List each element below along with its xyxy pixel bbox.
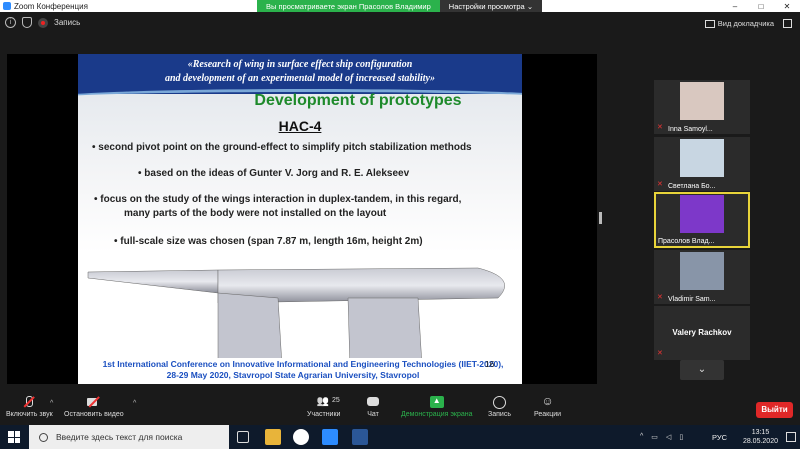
slide-footer-line1: 1st International Conference on Innovati… (102, 359, 504, 369)
participant-video (680, 139, 724, 177)
tray-expand-icon[interactable]: ^ (640, 433, 643, 441)
participants-icon (317, 396, 331, 408)
record-button[interactable]: Запись (488, 396, 511, 418)
slide-bullet: • focus on the study of the wings intera… (94, 194, 462, 205)
participant-video (680, 195, 724, 233)
stop-video-label: Остановить видео (64, 411, 124, 418)
audio-options-caret[interactable]: ^ (50, 400, 53, 407)
participant-tile-active-speaker[interactable]: Прасолов Влад... (654, 192, 750, 248)
slide-bullet: many parts of the body were not installe… (124, 208, 387, 219)
slide-header-line1: «Research of wing in surface effect ship… (187, 59, 413, 70)
camera-icon (86, 396, 101, 408)
slide-footer-line2: 28-29 May 2020, Stavropol State Agrarian… (166, 370, 420, 380)
muted-mic-icon: ✕ (657, 294, 663, 301)
chat-label: Чат (367, 411, 379, 418)
unmute-button[interactable]: Включить звук (6, 396, 53, 418)
share-screen-icon (429, 396, 444, 408)
network-icon[interactable]: ▭ (651, 433, 658, 441)
stop-video-button[interactable]: Остановить видео (64, 396, 124, 418)
participant-name: Vladimir Sam... (668, 296, 716, 303)
unmute-label: Включить звук (6, 411, 53, 418)
splitter-handle[interactable] (599, 212, 602, 224)
participant-display-name: Valery Rachkov (672, 328, 732, 337)
maximize-button[interactable]: □ (748, 2, 774, 11)
slide-header-line2: and development of an experimental model… (165, 73, 435, 84)
slide-bullet: • based on the ideas of Gunter V. Jorg a… (138, 168, 410, 179)
taskbar-search-box[interactable]: Введите здесь текст для поиска (29, 425, 229, 449)
slide-page-number: 16 (485, 359, 495, 369)
slide-subheading: HAC-4 (278, 118, 322, 134)
participant-name: Прасолов Влад... (658, 238, 715, 245)
slide-bullet: • second pivot point on the ground-effec… (92, 142, 472, 153)
reactions-label: Реакции (534, 411, 562, 418)
close-button[interactable]: ✕ (774, 2, 800, 11)
participant-video (680, 82, 724, 120)
gallery-scroll-down-button[interactable]: ⌄ (680, 360, 724, 380)
zoom-taskbar-icon[interactable] (322, 429, 338, 445)
participant-tile[interactable]: ✕ Inna Samoyl... (654, 80, 750, 134)
wing-model-render (87, 267, 505, 358)
presentation-slide: «Research of wing in surface effect ship… (78, 54, 522, 384)
chat-icon (366, 396, 380, 408)
file-explorer-icon[interactable] (265, 429, 281, 445)
recording-label: Запись (54, 18, 81, 27)
reactions-button[interactable]: Реакции (534, 394, 562, 418)
participant-tile[interactable]: Valery Rachkov ✕ (654, 306, 750, 360)
taskbar-search-placeholder: Введите здесь текст для поиска (56, 432, 183, 442)
yandex-browser-icon[interactable] (293, 429, 309, 445)
windows-taskbar: Введите здесь текст для поиска ^ ▭ ◁ ▯ Р… (0, 425, 800, 449)
windows-start-icon[interactable] (8, 431, 20, 443)
volume-icon[interactable]: ◁ (666, 433, 671, 441)
security-shield-icon[interactable] (22, 17, 32, 28)
language-indicator[interactable]: РУС (712, 433, 727, 442)
participant-name: Inna Samoyl... (668, 126, 713, 133)
participant-name: Светлана Бо... (668, 183, 716, 190)
participant-tile[interactable]: ✕ Vladimir Sam... (654, 250, 750, 304)
muted-mic-icon: ✕ (657, 181, 663, 188)
meeting-topbar (0, 12, 800, 38)
clock-date: 28.05.2020 (742, 438, 778, 445)
zoom-app-icon (3, 2, 11, 10)
speaker-view-icon (704, 19, 715, 28)
muted-mic-icon: ✕ (657, 124, 663, 131)
recording-icon (38, 17, 48, 28)
participant-video (680, 252, 724, 290)
battery-icon[interactable]: ▯ (679, 433, 683, 441)
participant-tile[interactable]: ✕ Светлана Бо... (654, 137, 750, 191)
meeting-info-icons: i Запись (5, 17, 80, 28)
participants-count: 25 (332, 397, 340, 404)
clock[interactable]: 13:15 28.05.2020 (743, 428, 778, 446)
search-icon (39, 432, 48, 442)
record-icon (492, 396, 507, 409)
system-tray-icons: ^ ▭ ◁ ▯ (640, 433, 683, 441)
slide-header: «Research of wing in surface effect ship… (78, 54, 522, 94)
view-mode-button[interactable]: Вид докладчика (704, 19, 774, 28)
slide-heading: Development of prototypes (254, 92, 462, 109)
notifications-icon[interactable] (786, 432, 796, 442)
window-title: Zoom Конференция (14, 1, 88, 11)
slide-bullet: • full-scale size was chosen (span 7.87 … (114, 236, 423, 247)
chat-button[interactable]: Чат (366, 396, 380, 418)
record-label: Запись (488, 411, 511, 418)
minimize-button[interactable]: – (722, 2, 748, 11)
clock-time: 13:15 (751, 429, 770, 436)
window-controls: – □ ✕ (722, 2, 800, 11)
word-icon[interactable] (352, 429, 368, 445)
video-options-caret[interactable]: ^ (133, 400, 136, 407)
reactions-icon (541, 394, 555, 408)
muted-mic-icon: ✕ (657, 350, 663, 357)
share-screen-button[interactable]: Демонстрация экрана (401, 396, 473, 418)
share-screen-label: Демонстрация экрана (401, 411, 473, 418)
participants-label: Участники (307, 411, 341, 418)
mic-muted-icon (22, 396, 36, 408)
leave-meeting-button[interactable]: Выйти (756, 402, 793, 418)
task-view-icon[interactable] (237, 431, 249, 443)
view-mode-label: Вид докладчика (717, 19, 774, 28)
fullscreen-icon[interactable] (783, 19, 792, 28)
info-icon[interactable]: i (5, 17, 16, 28)
